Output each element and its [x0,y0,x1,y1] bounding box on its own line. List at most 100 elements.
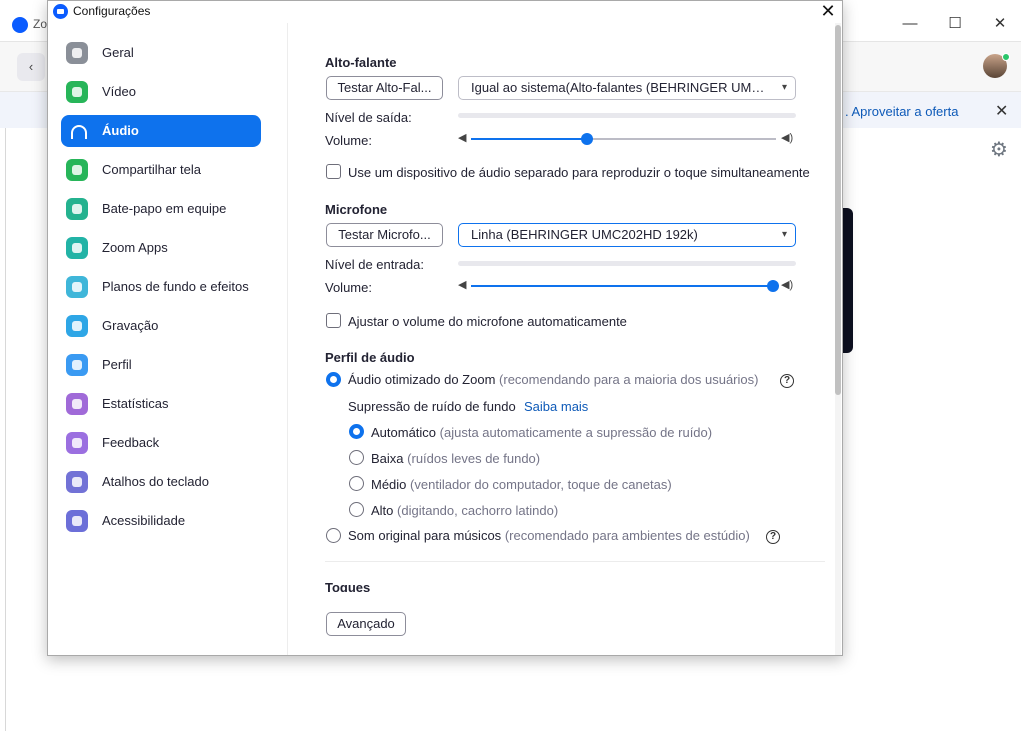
sidebar-item-label: Geral [102,45,134,60]
noise-option-text: Médio [371,477,407,492]
chevron-down-icon: ▾ [781,229,787,240]
feedback-icon [66,432,88,454]
presence-dot-icon [1002,53,1010,61]
separate-device-checkbox[interactable] [326,164,341,179]
dialog-titlebar: Configurações ✕ [48,1,842,23]
sidebar-item-label: Áudio [102,123,139,138]
optimized-audio-label: Áudio otimizado do Zoom (recomendando pa… [348,372,758,387]
chevron-down-icon: ▾ [781,82,787,93]
sidebar-item-label: Planos de fundo e efeitos [102,279,249,294]
accessibility-icon [66,510,88,532]
sidebar-item-label: Acessibilidade [102,513,186,528]
banner-close-icon[interactable]: ✕ [995,101,1008,121]
noise-option-radio[interactable] [349,476,364,491]
sidebar-item-video[interactable]: Vídeo [61,76,261,108]
dialog-title: Configurações [73,4,151,18]
offer-link[interactable]: . Aproveitar a oferta [845,104,958,119]
optimized-audio-radio[interactable] [326,372,341,387]
sidebar-item-label: Feedback [102,435,160,450]
sidebar-item-label: Compartilhar tela [102,162,201,177]
zoom-logo-icon [12,17,28,33]
sidebar-item-label: Atalhos do teclado [102,474,209,489]
microphone-section-title: Microfone [325,202,388,217]
sidebar-item-record[interactable]: Gravação [61,310,261,342]
input-level-meter [458,261,796,266]
scrollbar-thumb[interactable] [835,25,841,395]
sidebar-item-headphones[interactable]: Áudio [61,115,261,147]
sidebar-item-label: Gravação [102,318,159,333]
settings-sidebar: Geral Vídeo Áudio Compartilhar tela Bate-pap… [48,23,288,655]
output-level-label: Nível de saída: [325,110,412,125]
auto-adjust-mic-checkbox[interactable] [326,313,341,328]
microphone-device-select[interactable]: Linha (BEHRINGER UMC202HD 192k) ▾ [458,223,796,247]
sidebar-item-gear[interactable]: Geral [61,37,261,69]
sidebar-item-stats[interactable]: Estatísticas [61,388,261,420]
sidebar-item-label: Estatísticas [102,396,169,411]
original-sound-hint: (recomendado para ambientes de estúdio) [504,528,750,543]
window-close-icon[interactable]: ✕ [990,14,1010,34]
volume-low-icon: ◀ [458,132,467,144]
speaker-device-value: Igual ao sistema(Alto-falantes (BEHRINGE… [471,80,772,95]
speaker-volume-label: Volume: [325,133,372,148]
sidebar-item-feedback[interactable]: Feedback [61,427,261,459]
optimized-audio-hint: (recomendando para a maioria dos usuário… [499,372,759,387]
sidebar-item-label: Perfil [102,357,132,372]
noise-option-label: Baixa (ruídos leves de fundo) [371,451,540,466]
keyboard-icon [66,471,88,493]
volume-low-icon: ◀ [458,279,467,291]
test-microphone-button[interactable]: Testar Microfo... [326,223,443,247]
maximize-icon[interactable]: ☐ [945,14,965,34]
separate-device-label: Use um dispositivo de áudio separado par… [348,165,810,180]
audio-profile-section-title: Perfil de áudio [325,350,415,365]
help-icon[interactable]: ? [780,374,794,388]
zoom-logo-icon [53,4,68,19]
learn-more-link[interactable]: Saiba mais [524,399,588,414]
original-sound-label: Som original para músicos (recomendado p… [348,528,750,543]
record-icon [66,315,88,337]
background-icon [66,276,88,298]
back-arrow-icon[interactable]: ‹ [17,53,45,81]
noise-option-radio[interactable] [349,450,364,465]
noise-option-hint: (ajusta automaticamente a supressão de r… [439,425,713,440]
optimized-audio-text: Áudio otimizado do Zoom [348,372,496,387]
test-speaker-button[interactable]: Testar Alto-Fal... [326,76,443,100]
noise-option-radio[interactable] [349,502,364,517]
microphone-volume-knob[interactable] [766,280,779,292]
original-sound-text: Som original para músicos [348,528,502,543]
advanced-button[interactable]: Avançado [326,612,406,636]
speaker-volume-knob[interactable] [580,133,593,145]
gear-icon[interactable]: ⚙ [990,137,1008,162]
section-divider [325,561,825,562]
sidebar-item-keyboard[interactable]: Atalhos do teclado [61,466,261,498]
noise-suppression-label: Supressão de ruído de fundo [348,399,516,414]
audio-settings-panel: Alto-falante Testar Alto-Fal... Igual ao… [289,23,842,655]
sidebar-item-apps[interactable]: Zoom Apps [61,232,261,264]
noise-option-label: Alto (digitando, cachorro latindo) [371,503,558,518]
background-left-panel [0,128,6,731]
noise-option-radio[interactable] [349,424,364,439]
sidebar-item-chat[interactable]: Bate-papo em equipe [61,193,261,225]
noise-option-text: Automático [371,425,437,440]
volume-high-icon: ◀) [781,279,794,291]
stats-icon [66,393,88,415]
noise-option-label: Automático (ajusta automaticamente a sup… [371,425,712,440]
noise-option-text: Baixa [371,451,404,466]
sidebar-item-label: Vídeo [102,84,136,99]
help-icon[interactable]: ? [766,530,780,544]
original-sound-radio[interactable] [326,528,341,543]
sidebar-item-label: Zoom Apps [102,240,168,255]
sidebar-item-profile[interactable]: Perfil [61,349,261,381]
minimize-icon[interactable]: — [900,14,920,34]
output-level-meter [458,113,796,118]
speaker-section-title: Alto-falante [325,55,397,70]
microphone-device-value: Linha (BEHRINGER UMC202HD 192k) [471,227,698,242]
sidebar-item-share-screen[interactable]: Compartilhar tela [61,154,261,186]
chat-icon [66,198,88,220]
speaker-device-select[interactable]: Igual ao sistema(Alto-falantes (BEHRINGE… [458,76,796,100]
sidebar-item-accessibility[interactable]: Acessibilidade [61,505,261,537]
sidebar-item-background[interactable]: Planos de fundo e efeitos [61,271,261,303]
close-icon[interactable]: ✕ [817,1,839,23]
noise-option-hint: (digitando, cachorro latindo) [397,503,559,518]
share-screen-icon [66,159,88,181]
volume-high-icon: ◀) [781,132,794,144]
